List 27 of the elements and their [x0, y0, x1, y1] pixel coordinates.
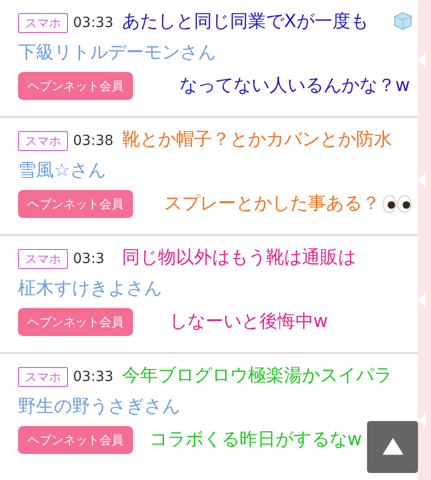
post-time: 03:33 — [73, 15, 114, 31]
ice-cube-icon — [392, 10, 414, 32]
member-button[interactable]: ヘブンネット会員 — [18, 72, 133, 100]
user-name[interactable]: 下級リトルデーモンさん — [18, 41, 400, 65]
user-name[interactable]: 野生の野うさぎさん — [18, 395, 400, 419]
member-button[interactable]: ヘブンネット会員 — [18, 308, 133, 336]
comment-text: スプレーとかした事ある？ — [164, 193, 380, 214]
post-time: 03:38 — [73, 133, 114, 149]
comment-text: 靴とか帽子？とかカバンとか防水 — [122, 128, 392, 152]
device-tag: スマホ — [18, 249, 68, 269]
device-tag: スマホ — [18, 367, 68, 387]
user-name[interactable]: 柾木すけきよさん — [18, 277, 400, 301]
comment-text: 同じ物以外はもう靴は通販は — [122, 246, 356, 270]
user-name[interactable]: 雪風☆さん — [18, 159, 400, 183]
comment-text: しなーいと後悔中w — [169, 311, 328, 332]
device-tag: スマホ — [18, 131, 68, 151]
comment-text: コラボくる昨日がするなw — [149, 429, 362, 450]
scroll-top-button[interactable] — [367, 421, 418, 473]
member-button[interactable]: ヘブンネット会員 — [18, 426, 133, 454]
member-button[interactable]: ヘブンネット会員 — [18, 190, 133, 218]
device-tag: スマホ — [18, 13, 68, 33]
comment-text: 今年ブログロウ極楽湯かスイパラ — [122, 364, 392, 388]
comment-text: なってない人いるんかな？w — [179, 75, 410, 96]
post-time: 03:33 — [73, 369, 114, 385]
eyes-icon — [382, 194, 412, 214]
comment-text: あたしと同じ同業でXが一度も — [122, 10, 368, 34]
post-time: 03:3 — [73, 251, 104, 267]
